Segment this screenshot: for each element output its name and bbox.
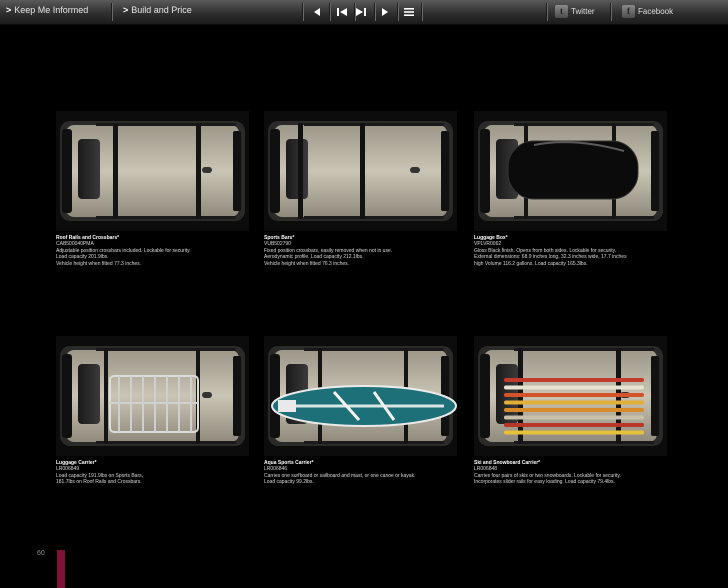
accessory-description-line: high Volume 116.2 gallons. Load capacity…: [474, 260, 588, 267]
accessory-description-line: Load capacity 99.2lbs.: [264, 479, 314, 486]
divider: [421, 3, 422, 21]
accessory-photo-luggage-carrier: [56, 336, 249, 456]
divider: [329, 3, 330, 21]
top-toolbar: > Keep Me Informed > Build and Price t Twi…: [0, 0, 728, 25]
accent-bar: [57, 550, 65, 588]
accessory-description-line: Vehicle height when fitted 77.3 inches.: [56, 260, 142, 267]
twitter-link[interactable]: Twitter: [571, 7, 595, 16]
facebook-icon[interactable]: f: [622, 5, 635, 18]
menu-button[interactable]: [398, 3, 420, 21]
next-button[interactable]: [374, 3, 396, 21]
accessory-caption: Roof Rails and Crossbars* CAB500040PMA Adj…: [56, 235, 249, 267]
accessory-photo-sports-bars: [264, 111, 457, 231]
chevron-right-icon: >: [6, 5, 12, 15]
page-number: 60: [37, 550, 45, 557]
accessory-photo-luggage-box: [474, 111, 667, 231]
previous-button[interactable]: [306, 3, 328, 21]
accessory-photo-crossbars: [56, 111, 249, 231]
accessory-caption: Luggage Carrier* LR006849 Load capacity 19…: [56, 460, 249, 486]
facebook-link[interactable]: Facebook: [638, 7, 673, 16]
skip-forward-icon: [356, 8, 366, 16]
menu-icon: [404, 8, 414, 16]
twitter-icon[interactable]: t: [555, 5, 568, 18]
last-page-button[interactable]: [350, 3, 372, 21]
accessory-description-line: 181.7lbs on Roof Rails and Crossbars.: [56, 479, 142, 486]
skip-back-icon: [337, 8, 347, 16]
accessory-caption: Ski and Snowboard Carrier* LR006848 Carrie…: [474, 460, 667, 486]
divider: [302, 3, 303, 21]
triangle-left-icon: [314, 8, 320, 16]
divider: [111, 3, 112, 21]
chevron-right-icon: >: [123, 5, 129, 15]
build-price-label: Build and Price: [131, 5, 192, 15]
build-price-link[interactable]: > Build and Price: [123, 5, 192, 15]
triangle-right-icon: [382, 8, 388, 16]
accessory-photo-surfboard: [264, 336, 457, 456]
accessory-description-line: Vehicle height when fitted 76.3 inches.: [264, 260, 350, 267]
keep-informed-label: Keep Me Informed: [14, 5, 89, 15]
accessory-photo-skis: [474, 336, 667, 456]
keep-informed-link[interactable]: > Keep Me Informed: [6, 5, 88, 15]
divider: [546, 3, 547, 21]
divider: [610, 3, 611, 21]
accessory-caption: Sports Bars* VUB502790 Fixed position cros…: [264, 235, 457, 267]
accessory-description-line: Incorporates slider rails for easy loadi…: [474, 479, 615, 486]
accessory-caption: Aqua Sports Carrier* LR006846 Carries one …: [264, 460, 457, 486]
accessory-caption: Luggage Box* VPLVR0062 Gloss Black finish.…: [474, 235, 667, 267]
